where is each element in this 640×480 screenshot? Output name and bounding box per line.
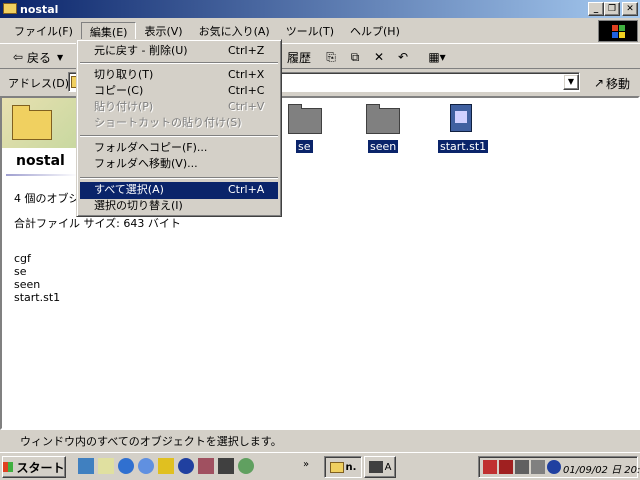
list-item: se — [14, 265, 27, 278]
menu-favorites[interactable]: お気に入り(A) — [191, 22, 278, 41]
maximize-button[interactable]: ❐ — [604, 2, 620, 16]
clock[interactable]: 01/09/02 日 20:41:21 — [563, 461, 640, 476]
file-label: seen — [368, 140, 399, 153]
menu-item-cut[interactable]: 切り取り(T) Ctrl+X — [80, 67, 278, 84]
menu-item-invert-selection[interactable]: 選択の切り替え(I) — [80, 198, 278, 215]
menu-item-undo[interactable]: 元に戻す - 削除(U) Ctrl+Z — [80, 43, 278, 60]
menu-separator — [80, 135, 278, 137]
views-icon[interactable]: ▦▾ — [422, 46, 452, 68]
media-icon[interactable] — [158, 458, 174, 474]
system-tray: 01/09/02 日 20:41:21 — [478, 456, 640, 478]
task-button-explorer[interactable]: n. — [324, 456, 362, 478]
chevron-down-icon: ▼ — [56, 52, 64, 62]
file-item-start-st1[interactable]: start.st1 — [436, 102, 492, 156]
menu-separator — [80, 177, 278, 179]
file-item-se[interactable]: se — [282, 102, 330, 156]
total-size: 合計ファイル サイズ: 643 バイト — [14, 217, 181, 230]
menu-item-paste: 貼り付け(P) Ctrl+V — [94, 100, 265, 113]
network-icon[interactable] — [515, 460, 529, 474]
file-label: start.st1 — [438, 140, 489, 153]
go-arrow-icon: ↗ — [593, 76, 605, 90]
folder-header-image — [2, 98, 78, 148]
delete-icon[interactable]: ✕ — [368, 46, 390, 68]
folder-name-heading: nostal — [16, 153, 65, 169]
file-icon — [450, 104, 472, 132]
game-icon[interactable] — [198, 458, 214, 474]
close-button[interactable]: ✕ — [622, 2, 638, 16]
undo-icon[interactable]: ↶ — [392, 46, 414, 68]
file-label: se — [296, 140, 313, 153]
folder-icon — [329, 461, 344, 473]
windows-logo — [598, 20, 638, 42]
go-button[interactable]: ↗ 移動 — [588, 72, 636, 94]
ime-icon[interactable] — [483, 460, 497, 474]
back-arrow-icon: ⇦ — [12, 50, 23, 64]
menu-tools[interactable]: ツール(T) — [278, 22, 342, 41]
window-icon[interactable] — [218, 458, 234, 474]
desktop-icon[interactable] — [78, 458, 94, 474]
file-item-seen[interactable]: seen — [360, 102, 408, 156]
menu-help[interactable]: ヘルプ(H) — [342, 22, 408, 41]
chevron-right-icon[interactable]: » — [303, 459, 309, 470]
menu-item-copy[interactable]: コピー(C) Ctrl+C — [80, 83, 278, 100]
menu-item-paste-shortcut: ショートカットの貼り付け(S) — [94, 116, 242, 129]
start-button[interactable]: スタート — [2, 456, 66, 478]
copy-to-icon[interactable]: ⧉ — [344, 46, 366, 68]
history-button[interactable]: 履歴 — [282, 46, 316, 68]
menu-item-move-to-folder[interactable]: フォルダへ移動(V)... — [80, 156, 278, 173]
menu-separator — [80, 62, 278, 64]
file-list: cgf se seen start.st1 — [14, 252, 60, 304]
list-item: start.st1 — [14, 291, 61, 304]
menu-edit[interactable]: 編集(E) — [80, 21, 137, 41]
status-bar: ウィンドウ内のすべてのオブジェクトを選択します。 — [0, 431, 640, 451]
notepad-icon[interactable] — [98, 458, 114, 474]
status-text: ウィンドウ内のすべてのオブジェクトを選択します。 — [20, 435, 282, 448]
app-icon — [368, 461, 383, 473]
eye-icon[interactable] — [547, 460, 561, 474]
list-item: seen — [14, 278, 41, 291]
volume-icon[interactable] — [531, 460, 545, 474]
folder-icon — [288, 108, 322, 134]
minimize-button[interactable]: _ — [588, 2, 604, 16]
move-to-icon[interactable]: ⎘ — [320, 46, 342, 68]
tool-icon[interactable] — [238, 458, 254, 474]
folder-icon — [366, 108, 400, 134]
globe-icon[interactable] — [138, 458, 154, 474]
large-folder-icon — [12, 110, 52, 140]
header-divider — [6, 174, 78, 176]
menu-view[interactable]: 表示(V) — [136, 22, 190, 41]
address-dropdown-button[interactable]: ▼ — [563, 74, 579, 90]
quicklaunch — [78, 458, 254, 476]
title-bar[interactable]: nostal — [0, 0, 640, 18]
window-title: nostal — [20, 2, 59, 16]
eye-icon[interactable] — [178, 458, 194, 474]
menu-item-select-all[interactable]: すべて選択(A) Ctrl+A — [80, 182, 278, 199]
pen-icon[interactable] — [499, 460, 513, 474]
menu-item-copy-to-folder[interactable]: フォルダへコピー(F)... — [80, 140, 278, 157]
address-label: アドレス(D) — [8, 77, 70, 90]
task-button-app[interactable]: A — [364, 456, 396, 478]
ie-icon[interactable] — [118, 458, 134, 474]
windows-flag-icon — [3, 462, 14, 472]
back-button[interactable]: ⇦ 戻る ▼ — [6, 46, 70, 68]
edit-menu-dropdown: 元に戻す - 削除(U) Ctrl+Z 切り取り(T) Ctrl+X コピー(C) C… — [76, 39, 282, 217]
menu-file[interactable]: ファイル(F) — [6, 22, 81, 41]
taskbar: スタート » n. A 01/09/02 日 20:41:21 — [0, 452, 640, 480]
folder-icon — [3, 3, 17, 14]
list-item: cgf — [14, 252, 31, 265]
